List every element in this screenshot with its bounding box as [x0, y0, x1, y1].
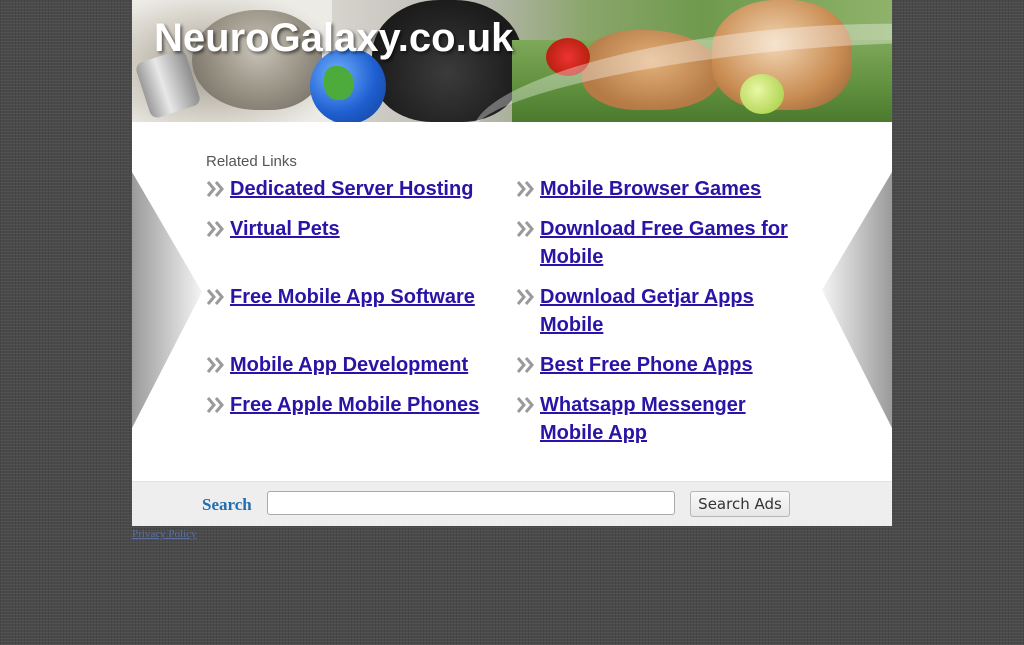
related-link-whatsapp-messenger-mobile-app[interactable]: Whatsapp Messenger Mobile App: [540, 391, 806, 447]
search-bar: Search Search Ads: [132, 481, 892, 526]
related-links-heading: Related Links: [206, 153, 297, 170]
related-link-virtual-pets[interactable]: Virtual Pets: [230, 215, 496, 243]
left-decoration: [132, 172, 202, 428]
related-link-download-getjar-apps-mobile[interactable]: Download Getjar Apps Mobile: [540, 283, 806, 339]
double-chevron-icon: [206, 221, 224, 237]
content-panel: Related Links Dedicated Server Hosting V…: [132, 122, 892, 481]
list-item: Free Apple Mobile Phones: [206, 391, 496, 419]
page-wrapper: NeuroGalaxy.co.uk Related Links Dedicate…: [132, 0, 892, 526]
list-item: Download Getjar Apps Mobile: [516, 283, 806, 339]
double-chevron-icon: [516, 397, 534, 413]
list-item: Dedicated Server Hosting: [206, 175, 496, 203]
list-item: Mobile Browser Games: [516, 175, 806, 203]
list-item: Best Free Phone Apps: [516, 351, 806, 379]
related-links-right-column: Mobile Browser Games Download Free Games…: [516, 175, 806, 459]
related-links-left-column: Dedicated Server Hosting Virtual Pets Fr…: [206, 175, 496, 431]
related-link-download-free-games-for-mobile[interactable]: Download Free Games for Mobile: [540, 215, 806, 271]
related-link-mobile-app-development[interactable]: Mobile App Development: [230, 351, 496, 379]
double-chevron-icon: [206, 357, 224, 373]
list-item: Virtual Pets: [206, 215, 496, 243]
list-item: Mobile App Development: [206, 351, 496, 379]
right-decoration: [822, 172, 892, 428]
related-link-free-apple-mobile-phones[interactable]: Free Apple Mobile Phones: [230, 391, 496, 419]
site-title: NeuroGalaxy.co.uk: [154, 16, 514, 60]
header-banner: NeuroGalaxy.co.uk: [132, 0, 892, 122]
related-link-best-free-phone-apps[interactable]: Best Free Phone Apps: [540, 351, 806, 379]
double-chevron-icon: [516, 181, 534, 197]
double-chevron-icon: [206, 181, 224, 197]
double-chevron-icon: [516, 357, 534, 373]
list-item: Download Free Games for Mobile: [516, 215, 806, 271]
double-chevron-icon: [516, 221, 534, 237]
double-chevron-icon: [516, 289, 534, 305]
privacy-policy-link[interactable]: Privacy Policy: [132, 528, 196, 540]
search-ads-button[interactable]: Search Ads: [690, 491, 790, 517]
related-link-free-mobile-app-software[interactable]: Free Mobile App Software: [230, 283, 496, 311]
related-link-dedicated-server-hosting[interactable]: Dedicated Server Hosting: [230, 175, 496, 203]
search-input[interactable]: [267, 491, 675, 515]
list-item: Free Mobile App Software: [206, 283, 496, 311]
related-link-mobile-browser-games[interactable]: Mobile Browser Games: [540, 175, 806, 203]
list-item: Whatsapp Messenger Mobile App: [516, 391, 806, 447]
search-label: Search: [202, 495, 252, 514]
double-chevron-icon: [206, 289, 224, 305]
double-chevron-icon: [206, 397, 224, 413]
